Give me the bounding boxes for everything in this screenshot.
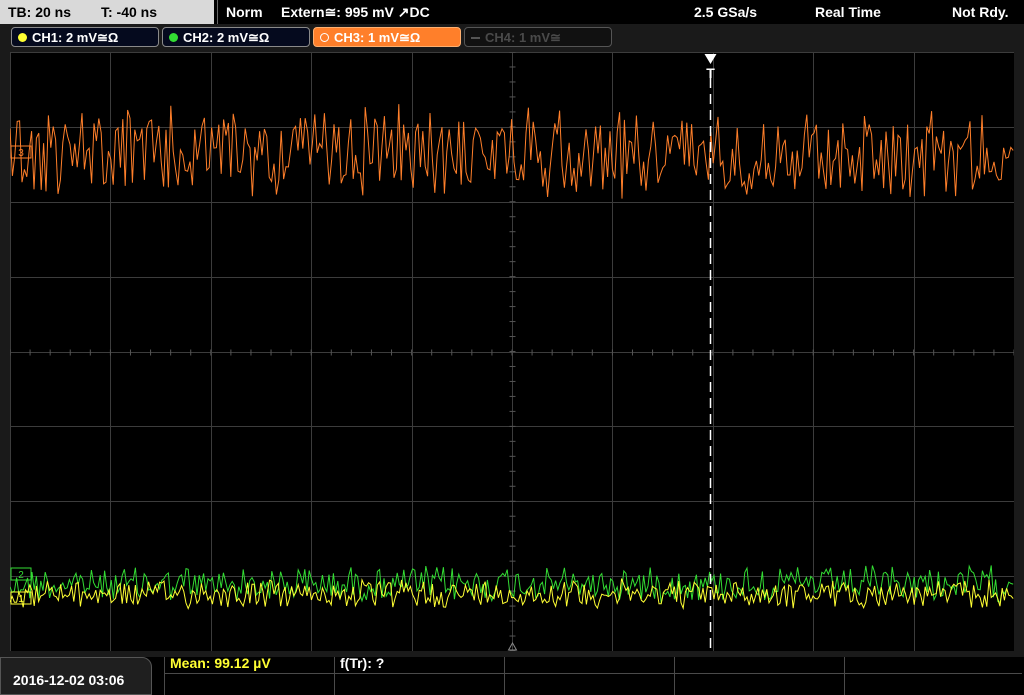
timestamp: 2016-12-02 03:06 (13, 672, 125, 688)
measurement-grid-line (674, 657, 675, 695)
measurement-grid-line (334, 657, 335, 695)
measurement-grid-line (164, 657, 165, 695)
ch1-level-marker-label: 1 (18, 594, 24, 605)
trigger-mode-readout[interactable]: Norm (226, 0, 263, 24)
channel-color-dot (169, 33, 178, 42)
channel-color-dot (320, 33, 329, 42)
channel-tab-ch2[interactable]: CH2: 2 mV≅Ω (162, 27, 310, 47)
timebase-readout: TB: 20 ns (8, 4, 72, 20)
date-panel: 2016-12-02 03:06 (0, 657, 152, 695)
measurement-grid-line (164, 673, 1022, 674)
frequency-measurement: f(Tr): ? (340, 655, 385, 671)
run-state-readout: Not Rdy. (952, 4, 1009, 20)
bottom-bar: 2016-12-02 03:06 Mean: 99.12 µV f(Tr): ? (0, 655, 1024, 695)
trigger-marker-label: T (706, 65, 715, 81)
channel-tab-label: CH4: 1 mV≅ (485, 30, 561, 45)
timebase-panel[interactable]: TB: 20 ns T: -40 ns (0, 0, 214, 24)
acquisition-mode-readout[interactable]: Real Time (815, 0, 881, 24)
channel-color-dot (471, 37, 480, 39)
channel-color-dot (18, 33, 27, 42)
channel-tab-ch1[interactable]: CH1: 2 mV≅Ω (11, 27, 159, 47)
status-divider (217, 0, 218, 24)
measurement-grid-line (504, 657, 505, 695)
channel-bar: CH1: 2 mV≅Ω CH2: 2 mV≅Ω CH3: 1 mV≅Ω CH4:… (0, 24, 1024, 50)
mean-measurement: Mean: 99.12 µV (170, 655, 271, 671)
channel-tab-ch3[interactable]: CH3: 1 mV≅Ω (313, 27, 461, 47)
graticule-area[interactable]: T 3 2 1 (10, 52, 1014, 651)
trigger-time-readout: T: -40 ns (101, 4, 158, 20)
waveform-traces (10, 104, 1014, 611)
ch3-level-marker-label: 3 (18, 148, 24, 159)
status-bar: TB: 20 ns T: -40 ns Norm Extern≅: 995 mV… (0, 0, 1024, 24)
measurement-grid-line (844, 657, 845, 695)
channel-tab-ch4[interactable]: CH4: 1 mV≅ (464, 27, 612, 47)
waveform-display: T 3 2 1 (0, 50, 1024, 657)
ch2-level-marker-label: 2 (18, 570, 24, 581)
ch3-waveform (10, 104, 1014, 199)
channel-tab-label: CH2: 2 mV≅Ω (183, 30, 270, 45)
channel-tab-label: CH3: 1 mV≅Ω (334, 30, 421, 45)
measurement-panel[interactable]: Mean: 99.12 µV f(Tr): ? (164, 655, 1022, 695)
waveform-canvas: T 3 2 1 (10, 52, 1014, 651)
sample-rate-readout: 2.5 GSa/s (694, 4, 758, 20)
trigger-source-readout[interactable]: Extern≅: 995 mV ↗DC (281, 0, 430, 24)
trigger-position-arrow (704, 54, 717, 64)
channel-tab-label: CH1: 2 mV≅Ω (32, 30, 119, 45)
